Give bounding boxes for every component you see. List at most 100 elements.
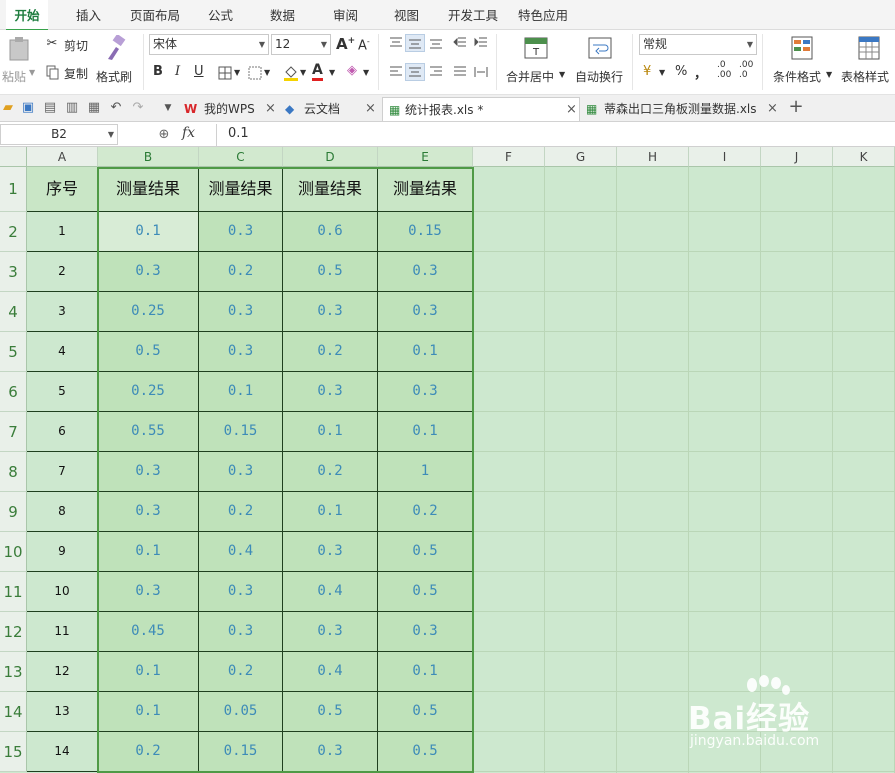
measurement-cell[interactable]: 0.3 (199, 572, 283, 612)
measurement-cell[interactable]: 0.3 (378, 372, 473, 412)
row-header-5[interactable]: 5 (0, 332, 27, 372)
doc-tab-cloud-docs[interactable]: ◆ 云文档 × (282, 97, 382, 121)
index-cell[interactable]: 6 (27, 412, 98, 452)
measurement-cell[interactable]: 0.1 (283, 412, 378, 452)
index-cell[interactable]: 13 (27, 692, 98, 732)
column-header-g[interactable]: G (545, 147, 617, 167)
distribute-icon[interactable] (474, 66, 488, 78)
tab-data[interactable]: 数据 (270, 0, 295, 30)
measurement-cell[interactable]: 0.1 (378, 332, 473, 372)
measurement-cell[interactable]: 1 (378, 452, 473, 492)
doc-tab-statistics-report[interactable]: ▦ 统计报表.xls * × (382, 97, 580, 121)
measurement-cell[interactable]: 0.3 (283, 532, 378, 572)
header-cell-measurement[interactable]: 测量结果 (378, 167, 473, 212)
preview-icon[interactable]: ▦ (86, 100, 102, 116)
measurement-cell[interactable]: 0.3 (199, 612, 283, 652)
chevron-down-icon[interactable]: ▼ (108, 125, 114, 144)
column-header-f[interactable]: F (473, 147, 545, 167)
print-icon[interactable]: ▥ (64, 100, 80, 116)
column-header-d[interactable]: D (283, 147, 378, 167)
chevron-down-icon[interactable]: ▼ (300, 68, 306, 77)
font-color-icon[interactable]: A (312, 62, 323, 81)
measurement-cell[interactable]: 0.2 (199, 492, 283, 532)
currency-icon[interactable]: ¥ (643, 64, 651, 79)
measurement-cell[interactable]: 0.3 (199, 452, 283, 492)
tab-special-features[interactable]: 特色应用 (518, 0, 568, 30)
increase-font-icon[interactable]: A+ (336, 35, 355, 53)
decrease-decimal-icon[interactable]: .00.0 (739, 60, 753, 80)
zoom-icon[interactable]: ⊕ (156, 127, 172, 143)
measurement-cell[interactable]: 0.5 (378, 532, 473, 572)
doc-tab-my-wps[interactable]: W 我的WPS × (182, 97, 282, 121)
measurement-cell[interactable]: 0.1 (98, 652, 199, 692)
copy-button[interactable]: 复制 (44, 64, 92, 82)
measurement-cell[interactable]: 0.1 (378, 652, 473, 692)
borders-icon[interactable] (218, 66, 232, 80)
measurement-cell[interactable]: 0.3 (283, 292, 378, 332)
measurement-cell[interactable]: 0.3 (199, 212, 283, 252)
measurement-cell[interactable]: 0.15 (199, 412, 283, 452)
row-header-2[interactable]: 2 (0, 212, 27, 252)
fill-color-icon[interactable] (283, 64, 299, 82)
bold-button[interactable]: B (153, 64, 163, 79)
formula-input[interactable]: 0.1 (228, 126, 249, 141)
measurement-cell[interactable]: 0.25 (98, 372, 199, 412)
print-preview-icon[interactable]: ▤ (42, 100, 58, 116)
measurement-cell[interactable]: 0.6 (283, 212, 378, 252)
clear-format-icon[interactable]: ◈ (347, 63, 357, 78)
measurement-cell[interactable]: 0.5 (378, 732, 473, 772)
index-cell[interactable]: 7 (27, 452, 98, 492)
row-header-9[interactable]: 9 (0, 492, 27, 532)
row-header-6[interactable]: 6 (0, 372, 27, 412)
doc-tab-measurement-data[interactable]: ▦ 蒂森出口三角板测量数据.xls × (582, 97, 782, 121)
row-header-11[interactable]: 11 (0, 572, 27, 612)
column-header-j[interactable]: J (761, 147, 833, 167)
measurement-cell[interactable]: 0.55 (98, 412, 199, 452)
measurement-cell[interactable]: 0.5 (283, 252, 378, 292)
measurement-cell[interactable]: 0.1 (283, 492, 378, 532)
measurement-cell[interactable]: 0.25 (98, 292, 199, 332)
measurement-cell[interactable]: 0.1 (199, 372, 283, 412)
function-icon[interactable]: fx (182, 125, 195, 141)
merge-borders-icon[interactable] (248, 66, 262, 80)
measurement-cell[interactable]: 0.3 (378, 292, 473, 332)
measurement-cell[interactable]: 0.15 (199, 732, 283, 772)
measurement-cell[interactable]: 0.3 (378, 612, 473, 652)
close-icon[interactable]: × (767, 97, 778, 121)
chevron-down-icon[interactable]: ▼ (329, 68, 335, 77)
underline-button[interactable]: U (194, 64, 204, 79)
row-header-7[interactable]: 7 (0, 412, 27, 452)
measurement-cell[interactable]: 0.1 (378, 412, 473, 452)
index-cell[interactable]: 2 (27, 252, 98, 292)
index-cell[interactable]: 14 (27, 732, 98, 772)
align-center-button[interactable] (405, 63, 425, 81)
index-cell[interactable]: 3 (27, 292, 98, 332)
redo-icon[interactable]: ↷ (130, 100, 146, 116)
measurement-cell[interactable]: 0.45 (98, 612, 199, 652)
tab-review[interactable]: 审阅 (333, 0, 358, 30)
select-all-corner[interactable] (0, 147, 27, 167)
decrease-indent-icon[interactable] (453, 37, 467, 49)
measurement-cell[interactable]: 0.3 (199, 332, 283, 372)
measurement-cell[interactable]: 0.4 (283, 572, 378, 612)
row-header-14[interactable]: 14 (0, 692, 27, 732)
font-size-select[interactable]: 12 ▼ (271, 34, 331, 55)
measurement-cell[interactable]: 0.5 (283, 692, 378, 732)
measurement-cell[interactable]: 0.3 (98, 452, 199, 492)
tab-developer[interactable]: 开发工具 (448, 0, 498, 30)
tab-home[interactable]: 开始 (6, 0, 48, 31)
align-bottom-icon[interactable] (429, 37, 443, 49)
row-header-15[interactable]: 15 (0, 732, 27, 772)
chevron-down-icon[interactable]: ▼ (160, 100, 176, 116)
align-right-icon[interactable] (429, 66, 443, 78)
measurement-cell[interactable]: 0.3 (378, 252, 473, 292)
header-cell-measurement[interactable]: 测量结果 (283, 167, 378, 212)
justify-icon[interactable] (453, 66, 467, 78)
measurement-cell[interactable]: 0.2 (283, 452, 378, 492)
table-style-button[interactable]: 表格样式 (838, 32, 895, 90)
save-icon[interactable]: ▣ (20, 100, 36, 116)
column-header-i[interactable]: I (689, 147, 761, 167)
merge-center-button[interactable]: T 合并居中 ▼ (504, 32, 568, 90)
chevron-down-icon[interactable]: ▼ (234, 68, 240, 77)
measurement-cell[interactable]: 0.2 (98, 732, 199, 772)
